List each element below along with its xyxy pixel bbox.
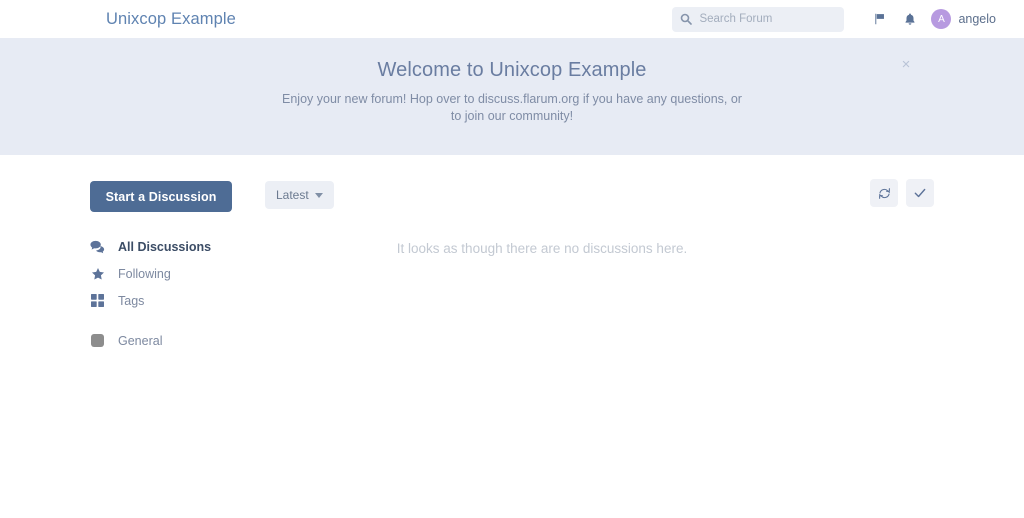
search-icon <box>680 13 693 25</box>
tag-color-swatch <box>90 334 105 347</box>
mark-all-read-button[interactable] <box>906 179 934 207</box>
user-menu[interactable]: A angelo <box>931 9 996 29</box>
avatar: A <box>931 9 952 29</box>
sort-dropdown[interactable]: Latest <box>265 181 334 209</box>
sidebar-item-label: Tags <box>118 293 145 308</box>
welcome-hero: Welcome to Unixcop Example Enjoy your ne… <box>0 38 1024 155</box>
tags-grid-icon <box>90 294 105 307</box>
sidebar-tag-general[interactable]: General <box>90 327 250 354</box>
hero-subtitle: Enjoy your new forum! Hop over to discus… <box>282 92 742 123</box>
chevron-down-icon <box>314 192 323 198</box>
star-icon <box>90 267 105 281</box>
search-box[interactable] <box>672 6 845 32</box>
search-input[interactable] <box>699 13 837 25</box>
start-discussion-button[interactable]: Start a Discussion <box>90 181 232 212</box>
main-content: Start a Discussion Latest All Discussion… <box>0 155 1024 518</box>
hero-title: Welcome to Unixcop Example <box>377 59 647 81</box>
empty-state-message: It looks as though there are no discussi… <box>396 241 688 256</box>
sort-dropdown-label: Latest <box>276 188 309 202</box>
sidebar-tag-label: General <box>118 333 163 348</box>
sidebar-item-tags[interactable]: Tags <box>90 287 250 314</box>
app-header: Unixcop Example A an <box>0 0 1024 38</box>
username-label: angelo <box>958 12 996 26</box>
close-icon[interactable]: × <box>893 51 919 77</box>
sidebar-item-label: Following <box>118 266 171 281</box>
toolbar: Start a Discussion Latest <box>90 155 934 212</box>
header-controls: A angelo <box>672 0 996 38</box>
toolbar-actions <box>870 179 934 207</box>
bell-icon[interactable] <box>895 4 925 34</box>
sidebar-item-following[interactable]: Following <box>90 260 250 287</box>
forum-logo[interactable]: Unixcop Example <box>106 10 236 29</box>
refresh-button[interactable] <box>870 179 898 207</box>
flag-icon[interactable] <box>865 4 895 34</box>
nav-divider <box>90 314 250 327</box>
